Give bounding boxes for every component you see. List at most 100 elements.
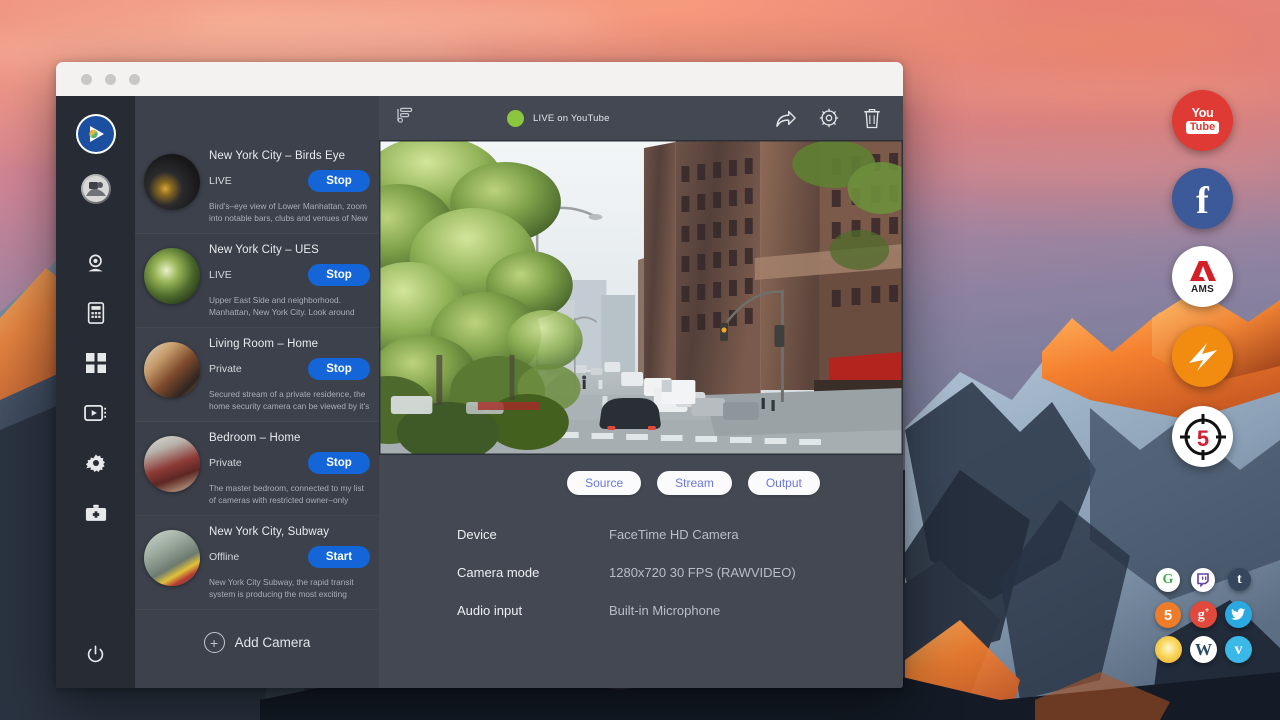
gear-icon[interactable]: [812, 101, 846, 135]
info-label: Device: [457, 527, 609, 542]
left-navigation-rail: [56, 96, 135, 688]
mini-icon-google-plus[interactable]: g+: [1190, 601, 1217, 628]
camera-thumbnail: [144, 530, 200, 586]
live-status-label: LIVE on YouTube: [533, 113, 610, 124]
camera-list-item[interactable]: New York City – Birds Eye LIVE Stop Bird…: [135, 140, 379, 234]
plus-circle-icon: +: [204, 632, 225, 653]
camera-status: LIVE: [209, 175, 232, 187]
dock-icon-adobe-ams[interactable]: AMS: [1172, 246, 1233, 307]
sidebar-item-broadcasts[interactable]: [56, 388, 135, 438]
camera-description: New York City Subway, the rapid transit …: [209, 576, 370, 600]
mini-icon-tumblr[interactable]: t: [1228, 568, 1251, 591]
svg-text:5: 5: [1196, 426, 1208, 451]
app-logo[interactable]: [76, 114, 116, 154]
crosshair-five-icon: 5: [1178, 412, 1228, 462]
camera-description: Secured stream of a private residence, t…: [209, 388, 370, 412]
trash-icon[interactable]: [855, 101, 889, 135]
wordpress-glyph: W: [1195, 641, 1212, 658]
window-minimize-button[interactable]: [105, 74, 116, 85]
camera-action-button[interactable]: Stop: [308, 264, 370, 286]
video-frame: [379, 140, 903, 455]
camera-list-item[interactable]: Living Room – Home Private Stop Secured …: [135, 328, 379, 422]
camera-thumbnail: [144, 436, 200, 492]
live-status-dot: [507, 110, 524, 127]
camera-title: New York City, Subway: [209, 526, 370, 538]
sidebar-item-support[interactable]: [56, 488, 135, 538]
twitch-icon: [1196, 573, 1210, 587]
source-info-table: Device FaceTime HD Camera Camera mode 12…: [379, 495, 903, 641]
avatar-icon: [83, 176, 109, 202]
dock-icon-wowza[interactable]: [1172, 326, 1233, 387]
tab-stream[interactable]: Stream: [657, 471, 732, 495]
five-glyph: 5: [1164, 607, 1172, 624]
info-row-device: Device FaceTime HD Camera: [457, 527, 903, 542]
tab-source[interactable]: Source: [567, 471, 641, 495]
facebook-glyph: f: [1196, 182, 1209, 220]
camera-list[interactable]: New York City – Birds Eye LIVE Stop Bird…: [135, 140, 379, 688]
camera-action-button[interactable]: Stop: [308, 358, 370, 380]
first-aid-kit-icon: [85, 504, 107, 523]
g-glyph: G: [1163, 572, 1174, 588]
sort-filter-icon[interactable]: [397, 107, 413, 129]
mini-icon-generic-g[interactable]: G: [1156, 568, 1180, 592]
dock-icon-target-five[interactable]: 5: [1172, 406, 1233, 467]
info-value: 1280x720 30 FPS (RAWVIDEO): [609, 565, 796, 580]
camera-action-button[interactable]: Start: [308, 546, 370, 568]
adobe-a-icon: [1188, 259, 1218, 283]
window-close-button[interactable]: [81, 74, 92, 85]
gear-icon: [86, 453, 106, 473]
mini-icon-twitter[interactable]: [1225, 601, 1252, 628]
camera-status: LIVE: [209, 269, 232, 281]
app-body: New York City – Birds Eye LIVE Stop Bird…: [56, 96, 903, 688]
info-value: Built-in Microphone: [609, 603, 720, 618]
camera-status: Private: [209, 457, 242, 469]
main-panel: LIVE on YouTube: [379, 96, 903, 688]
camera-action-button[interactable]: Stop: [308, 170, 370, 192]
google-plus-glyph: g+: [1198, 606, 1210, 624]
camera-list-item[interactable]: Bedroom – Home Private Stop The master b…: [135, 422, 379, 516]
tab-output[interactable]: Output: [748, 471, 820, 495]
sidebar-item-power[interactable]: [56, 638, 135, 688]
tumblr-glyph: t: [1237, 572, 1242, 588]
info-label: Audio input: [457, 603, 609, 618]
play-logo-icon: [85, 123, 107, 145]
webcam-icon: [85, 253, 106, 274]
grid-icon: [86, 353, 106, 373]
dock-icon-facebook[interactable]: f: [1172, 168, 1233, 229]
info-row-camera-mode: Camera mode 1280x720 30 FPS (RAWVIDEO): [457, 565, 903, 580]
sidebar-item-settings[interactable]: [56, 438, 135, 488]
camera-status: Offline: [209, 551, 239, 563]
app-window: New York City – Birds Eye LIVE Stop Bird…: [56, 62, 903, 688]
camera-list-item[interactable]: New York City – UES LIVE Stop Upper East…: [135, 234, 379, 328]
sidebar-item-cameras[interactable]: [56, 238, 135, 288]
info-row-audio-input: Audio input Built-in Microphone: [457, 603, 903, 618]
camera-description: Bird's–eye view of Lower Manhattan, zoom…: [209, 200, 370, 224]
mini-icon-wordpress[interactable]: W: [1190, 636, 1217, 663]
dock-icon-youtube[interactable]: You Tube: [1172, 90, 1233, 151]
video-preview[interactable]: [379, 140, 903, 455]
camera-title: New York City – Birds Eye: [209, 150, 370, 162]
share-icon[interactable]: [769, 101, 803, 135]
main-toolbar: LIVE on YouTube: [379, 96, 903, 140]
sidebar-item-dashboard[interactable]: [56, 338, 135, 388]
vimeo-glyph: v: [1235, 642, 1243, 658]
youtube-text-you: You: [1192, 107, 1214, 120]
add-camera-button[interactable]: + Add Camera: [135, 610, 379, 653]
camera-description: The master bedroom, connected to my list…: [209, 482, 370, 506]
window-zoom-button[interactable]: [129, 74, 140, 85]
camera-list-item[interactable]: New York City, Subway Offline Start New …: [135, 516, 379, 610]
user-avatar[interactable]: [81, 174, 111, 204]
camera-title: Bedroom – Home: [209, 432, 370, 444]
camera-thumbnail: [144, 342, 200, 398]
camera-status: Private: [209, 363, 242, 375]
mobile-device-icon: [87, 302, 105, 324]
settings-tabs: Source Stream Output: [484, 455, 903, 495]
mini-icon-sun-glow[interactable]: [1155, 636, 1182, 663]
info-label: Camera mode: [457, 565, 609, 580]
mini-icon-five-orange[interactable]: 5: [1155, 602, 1181, 628]
mini-icon-vimeo[interactable]: v: [1225, 636, 1252, 663]
mini-icon-twitch[interactable]: [1191, 568, 1215, 592]
sidebar-item-devices[interactable]: [56, 288, 135, 338]
camera-list-header: [135, 96, 379, 140]
camera-action-button[interactable]: Stop: [308, 452, 370, 474]
